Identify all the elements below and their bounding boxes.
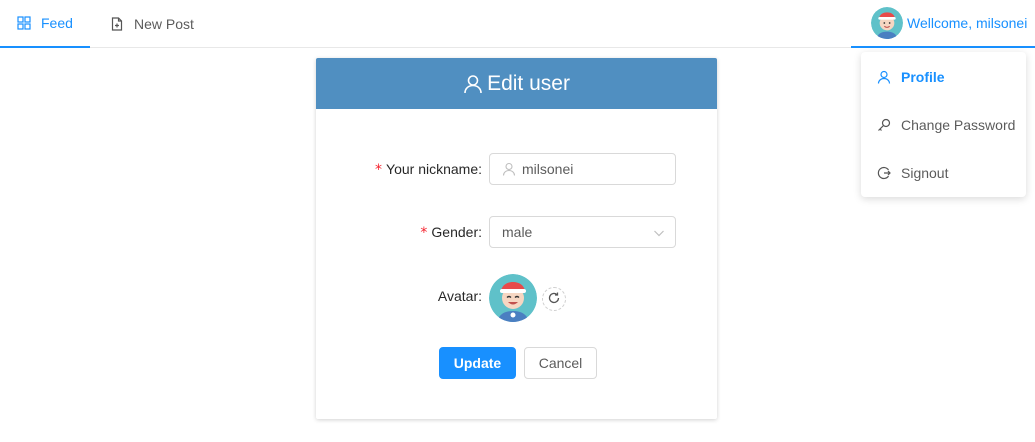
file-add-icon (110, 17, 124, 31)
nav-item-new-post[interactable]: New Post (90, 0, 194, 48)
card-title: Edit user (487, 71, 570, 95)
nickname-value: milsonei (522, 161, 574, 177)
update-button[interactable]: Update (439, 347, 516, 379)
avatar-label: Avatar: (438, 288, 482, 304)
label-colon: : (478, 288, 482, 304)
avatar-label-text: Avatar (437, 288, 479, 304)
required-mark: * (375, 162, 383, 178)
nav-feed-label: Feed (41, 15, 73, 31)
avatar-preview (489, 274, 537, 322)
gender-value: male (502, 224, 533, 240)
user-icon (463, 74, 483, 94)
appstore-icon (17, 16, 31, 30)
nav-new-post-label: New Post (134, 16, 194, 32)
key-icon (877, 118, 891, 132)
label-colon: : (478, 161, 482, 177)
top-nav: Feed New Post Wellcome, milsonei (0, 0, 1035, 48)
edit-user-card: Edit user * Your nickname: milsonei * Gend… (316, 58, 717, 419)
reload-icon (547, 291, 561, 308)
gender-select[interactable]: male (489, 216, 676, 248)
menu-change-password-label: Change Password (901, 117, 1016, 133)
logout-icon (877, 166, 891, 180)
nickname-label-text: Your nickname (386, 161, 479, 177)
label-colon: : (478, 224, 482, 240)
avatar-refresh-button[interactable] (542, 287, 566, 311)
chevron-down-icon (653, 226, 665, 238)
nickname-label: * Your nickname: (375, 161, 482, 178)
user-icon (502, 162, 516, 176)
card-header: Edit user (316, 58, 717, 109)
nav-item-user-menu[interactable]: Wellcome, milsonei (851, 0, 1035, 48)
required-mark: * (420, 225, 428, 241)
user-icon (877, 70, 891, 84)
user-dropdown-menu: Profile Change Password Signout (861, 52, 1026, 197)
nav-welcome-label: Wellcome, milsonei (907, 15, 1028, 31)
nav-item-feed[interactable]: Feed (0, 0, 90, 48)
menu-signout-label: Signout (901, 165, 949, 181)
menu-profile-label: Profile (901, 69, 945, 85)
nickname-input[interactable]: milsonei (489, 153, 676, 185)
gender-label: * Gender: (420, 224, 482, 241)
menu-item-change-password[interactable]: Change Password (861, 101, 1026, 149)
gender-label-text: Gender (431, 224, 479, 240)
menu-item-profile[interactable]: Profile (861, 53, 1026, 101)
avatar (871, 7, 903, 39)
cancel-button[interactable]: Cancel (524, 347, 597, 379)
menu-item-signout[interactable]: Signout (861, 149, 1026, 197)
